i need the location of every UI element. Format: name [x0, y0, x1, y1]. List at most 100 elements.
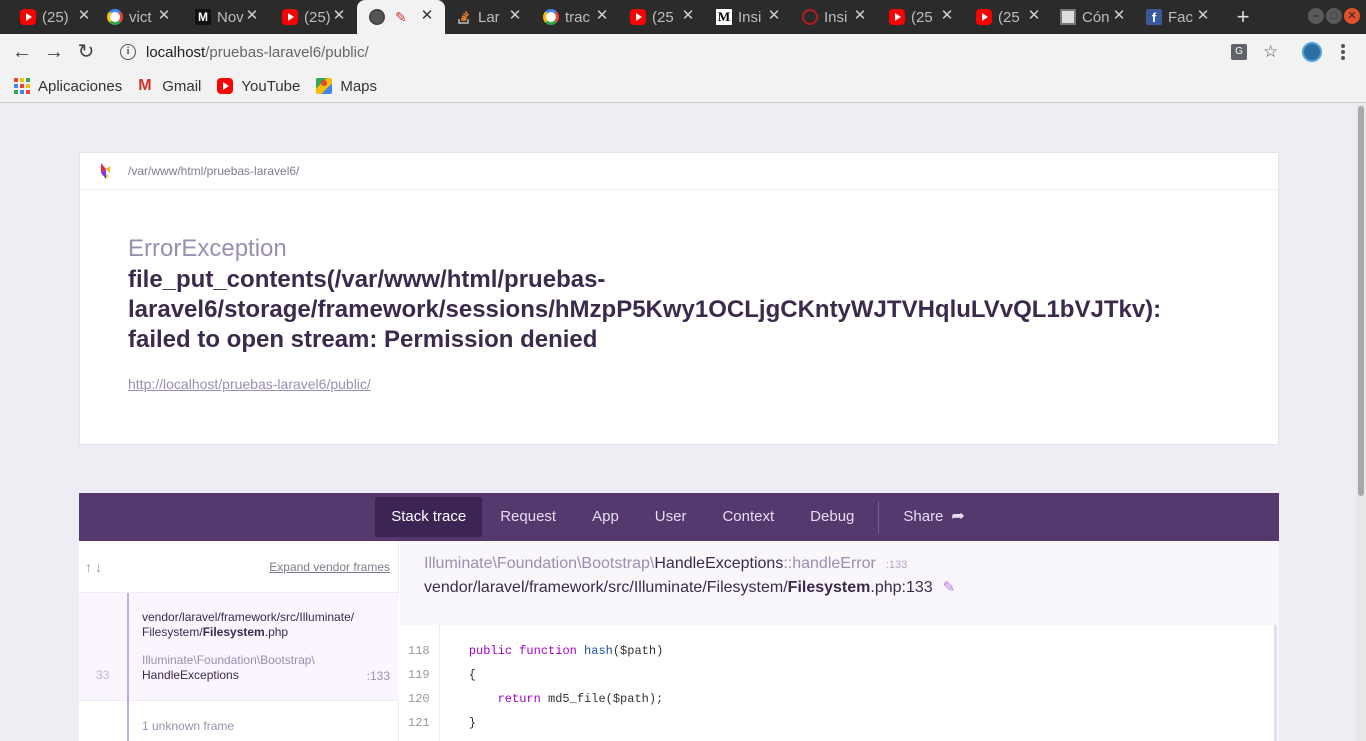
tab-debug[interactable]: Debug — [792, 497, 872, 537]
bookmark-label: Aplicaciones — [38, 77, 123, 95]
tab-title: (25 — [911, 8, 933, 26]
bookmark-label: YouTube — [241, 77, 301, 95]
star-icon[interactable]: ☆ — [1263, 42, 1278, 62]
tab-title: (25) — [304, 8, 331, 26]
browser-tab[interactable]: (25 ✕ — [976, 0, 1052, 34]
app-path: /var/www/html/pruebas-laravel6/ — [128, 164, 300, 178]
close-icon[interactable]: ✕ — [507, 8, 523, 24]
browser-tab[interactable]: M Insi ✕ — [716, 0, 792, 34]
bookmark-gmail[interactable]: M Gmail — [138, 78, 201, 95]
browser-tab[interactable]: M Nov ✕ — [195, 0, 271, 34]
close-icon[interactable]: ✕ — [680, 8, 696, 24]
youtube-icon — [889, 9, 905, 25]
tab-user[interactable]: User — [637, 497, 705, 537]
share-button[interactable]: Share ➦ — [885, 497, 982, 537]
browser-tab[interactable]: Cón ✕ — [1060, 0, 1136, 34]
youtube-icon — [20, 9, 36, 25]
code-line: { — [440, 668, 477, 682]
line-number[interactable]: 119 — [400, 663, 439, 687]
line-number[interactable]: 120 — [400, 687, 439, 711]
close-window-button[interactable]: ✕ — [1344, 8, 1360, 24]
address-bar[interactable]: i localhost/pruebas-laravel6/public/ — [110, 37, 1290, 67]
back-button[interactable]: ← — [10, 40, 34, 64]
browser-tab[interactable]: trac ✕ — [543, 0, 619, 34]
medium-icon: M — [195, 9, 211, 25]
close-icon[interactable]: ✕ — [331, 8, 347, 24]
code-snippet: 118 119 120 121 122 public function hash… — [400, 625, 1277, 741]
line-numbers: 118 119 120 121 122 — [400, 625, 440, 741]
minimize-button[interactable]: – — [1308, 8, 1324, 24]
unknown-frames-label: 1 unknown frame — [142, 719, 235, 733]
frame-file: vendor/laravel/framework/src/Illuminate/… — [142, 610, 355, 639]
expand-vendor-frames-link[interactable]: Expand vendor frames — [269, 560, 390, 574]
youtube-icon — [282, 9, 298, 25]
maximize-button[interactable]: □ — [1326, 8, 1342, 24]
close-icon[interactable]: ✕ — [76, 8, 92, 24]
browser-tab[interactable]: Lar ✕ — [456, 0, 532, 34]
youtube-icon — [217, 78, 234, 94]
code-line: return md5_file($path); — [497, 692, 664, 706]
new-tab-button[interactable]: + — [1232, 4, 1254, 30]
bookmark-youtube[interactable]: YouTube — [217, 78, 300, 95]
loading-icon: ✎ — [395, 9, 407, 25]
browser-tab[interactable]: (25) ✕ — [282, 0, 358, 34]
unknown-frames-toggle[interactable]: 1 unknown frame — [79, 701, 399, 741]
forward-button[interactable]: → — [42, 40, 66, 64]
browser-tab[interactable]: Insi ✕ — [802, 0, 878, 34]
browser-tab-active[interactable]: ✎ ✕ — [357, 0, 445, 34]
menu-icon[interactable] — [1340, 42, 1346, 62]
nav-divider — [878, 501, 880, 533]
globe-icon — [369, 9, 385, 25]
close-icon[interactable]: ✕ — [244, 8, 260, 24]
bookmark-maps[interactable]: Maps — [316, 78, 377, 95]
ignition-tabs-nav: Stack trace Request App User Context Deb… — [79, 493, 1279, 541]
page-scrollbar[interactable] — [1356, 104, 1366, 741]
close-icon[interactable]: ✕ — [1195, 8, 1211, 24]
browser-tab[interactable]: (25 ✕ — [889, 0, 965, 34]
url-text[interactable]: localhost/pruebas-laravel6/public/ — [146, 44, 369, 61]
tab-app[interactable]: App — [574, 497, 637, 537]
tab-context[interactable]: Context — [704, 497, 792, 537]
line-number[interactable]: 122 — [400, 735, 439, 741]
frame-detail-class: Illuminate\Foundation\Bootstrap\HandleEx… — [424, 555, 908, 572]
tab-request[interactable]: Request — [482, 497, 574, 537]
reload-button[interactable]: ↻ — [74, 40, 98, 64]
browser-tab[interactable]: (25) ✕ — [20, 0, 96, 34]
browser-tab[interactable]: f Fac ✕ — [1146, 0, 1222, 34]
frame-detail: Illuminate\Foundation\Bootstrap\HandleEx… — [400, 541, 1279, 741]
close-icon[interactable]: ✕ — [594, 8, 610, 24]
close-icon[interactable]: ✕ — [156, 8, 172, 24]
tab-title: vict — [129, 8, 152, 26]
share-icon: ➦ — [951, 508, 965, 525]
line-number[interactable]: 121 — [400, 711, 439, 735]
exception-message: file_put_contents(/var/www/html/pruebas-… — [128, 266, 1162, 353]
info-icon[interactable]: i — [120, 44, 136, 60]
insomnia-icon — [802, 9, 818, 25]
frames-header: ↑↓ Expand vendor frames — [79, 541, 398, 593]
google-icon — [543, 9, 559, 25]
frame-nav-arrows-icon[interactable]: ↑↓ — [85, 559, 105, 575]
close-icon[interactable]: ✕ — [939, 8, 955, 24]
tab-title: Nov — [217, 8, 244, 26]
scrollbar-thumb[interactable] — [1358, 106, 1364, 496]
tab-stack-trace[interactable]: Stack trace — [375, 497, 483, 537]
line-number[interactable]: 118 — [400, 639, 439, 663]
edit-pencil-icon[interactable]: ✎ — [943, 579, 956, 596]
share-label: Share — [903, 508, 944, 525]
tab-title: (25) — [42, 8, 69, 26]
close-icon[interactable]: ✕ — [419, 8, 435, 24]
browser-tab[interactable]: vict ✕ — [107, 0, 183, 34]
close-icon[interactable]: ✕ — [1026, 8, 1042, 24]
close-icon[interactable]: ✕ — [852, 8, 868, 24]
close-icon[interactable]: ✕ — [1111, 8, 1127, 24]
bookmark-apps[interactable]: Aplicaciones — [14, 78, 122, 95]
profile-avatar[interactable] — [1302, 42, 1322, 62]
stack-frame-selected[interactable]: 33 vendor/laravel/framework/src/Illumina… — [79, 593, 399, 701]
browser-tab[interactable]: (25 ✕ — [630, 0, 706, 34]
translate-icon[interactable]: G — [1231, 44, 1247, 60]
request-url-link[interactable]: http://localhost/pruebas-laravel6/public… — [128, 376, 371, 392]
page-viewport: /var/www/html/pruebas-laravel6/ ErrorExc… — [0, 104, 1356, 741]
bookmarks-bar: Aplicaciones M Gmail YouTube Maps — [0, 70, 1366, 103]
close-icon[interactable]: ✕ — [766, 8, 782, 24]
tab-title: Lar — [478, 8, 500, 26]
